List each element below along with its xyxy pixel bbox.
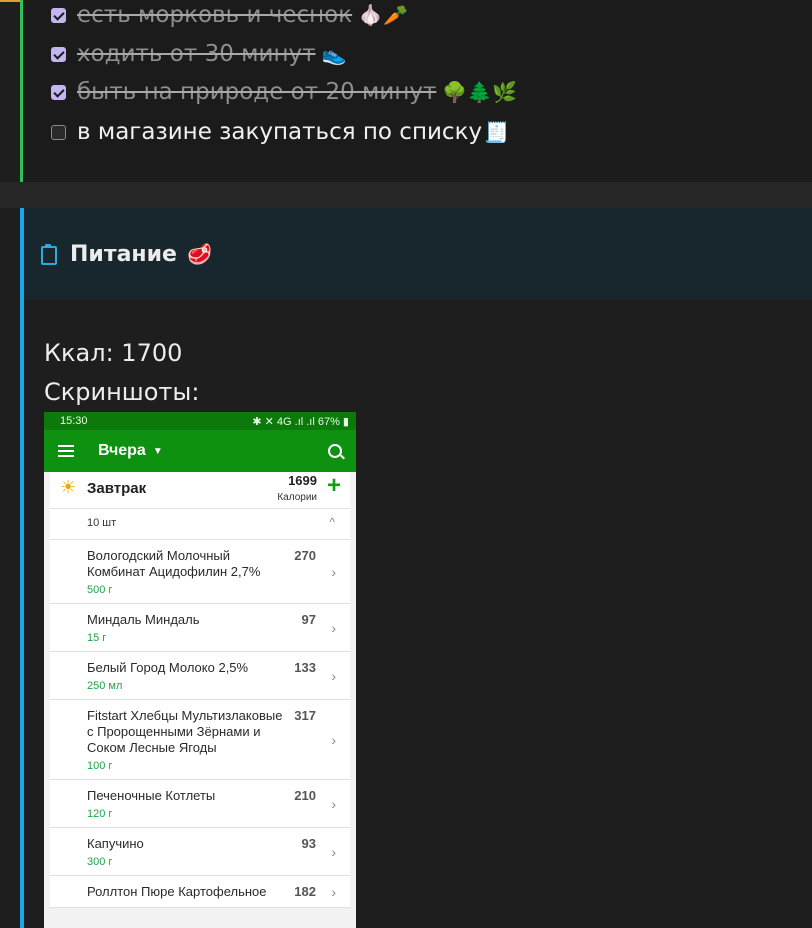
meal-calories-label: Калории	[277, 492, 317, 503]
garlic-carrot-icon: 🧄🥕	[358, 3, 408, 27]
sneaker-icon: 👟	[321, 42, 347, 66]
food-kcal: 270	[294, 548, 316, 563]
food-name: Печеночные Котлеты	[87, 788, 216, 803]
food-kcal: 317	[294, 708, 316, 723]
food-item: Fitstart Хлебцы Мультизлаковые с Пророще…	[50, 700, 350, 780]
food-list: Вологодский Молочный Комбинат Ацидофилин…	[50, 540, 350, 908]
embedded-phone-screenshot: 15:30 ✱ ✕ 4G .ıl .ıl 67% ▮ Вчера ▼ ☀ Зав…	[44, 412, 356, 928]
search-icon	[328, 444, 342, 458]
meal-card: ☀ Завтрак 1699 Калории + 10 шт ^ Вологод…	[50, 472, 350, 908]
items-count: 10 шт	[87, 517, 117, 529]
status-icons: ✱ ✕ 4G .ıl .ıl 67% ▮	[252, 415, 349, 428]
food-name: Fitstart Хлебцы Мультизлаковые с Пророще…	[87, 708, 283, 755]
task-item[interactable]: ходить от 30 минут 👟	[51, 40, 346, 68]
task-item[interactable]: есть морковь и чеснок 🧄🥕	[51, 1, 408, 29]
day-selector: Вчера	[98, 442, 146, 459]
phone-status-bar: 15:30 ✱ ✕ 4G .ıl .ıl 67% ▮	[44, 412, 356, 430]
food-portion: 120 г	[87, 808, 113, 820]
screenshots-label: Скриншоты:	[44, 378, 200, 406]
food-name: Миндаль Миндаль	[87, 612, 200, 627]
chevron-up-icon: ^	[329, 515, 335, 529]
menu-icon	[58, 445, 74, 457]
food-name: Роллтон Пюре Картофельное	[87, 884, 267, 899]
food-item: Вологодский Молочный Комбинат Ацидофилин…	[50, 540, 350, 604]
chevron-right-icon: ›	[331, 667, 336, 684]
food-item: Капучино 300 г 93 ›	[50, 828, 350, 876]
food-kcal: 210	[294, 788, 316, 803]
food-item: Белый Город Молоко 2,5% 250 мл 133 ›	[50, 652, 350, 700]
chevron-right-icon: ›	[331, 843, 336, 860]
food-name: Капучино	[87, 836, 144, 851]
food-kcal: 93	[301, 836, 316, 851]
food-name: Белый Город Молоко 2,5%	[87, 660, 249, 675]
dropdown-caret-icon: ▼	[152, 445, 163, 457]
task-item[interactable]: быть на природе от 20 минут 🌳🌲🌿	[51, 78, 517, 106]
task-text: ходить от 30 минут	[77, 41, 316, 67]
meal-name: Завтрак	[87, 480, 147, 497]
chevron-right-icon: ›	[331, 731, 336, 748]
nutrition-callout-header[interactable]: Питание 🥩	[24, 208, 812, 300]
trees-icon: 🌳🌲🌿	[442, 80, 518, 104]
food-kcal: 133	[294, 660, 316, 675]
task-text: есть морковь и чеснок	[77, 2, 353, 28]
callout-gap	[0, 182, 812, 208]
items-count-row: 10 шт ^	[50, 509, 350, 540]
meal-header: ☀ Завтрак 1699 Калории +	[50, 472, 350, 509]
food-portion: 100 г	[87, 760, 113, 772]
app-bar: Вчера ▼	[44, 430, 356, 472]
kcal-line: Ккал: 1700	[44, 339, 183, 367]
receipt-icon: 🧾	[484, 120, 509, 144]
chevron-right-icon: ›	[331, 563, 336, 580]
sun-icon: ☀	[60, 477, 77, 497]
checkbox-unchecked[interactable]	[51, 124, 66, 140]
callout-title: Питание	[70, 241, 177, 267]
checkbox-checked[interactable]	[51, 84, 66, 100]
status-time: 15:30	[60, 415, 88, 427]
food-portion: 250 мл	[87, 680, 123, 692]
food-portion: 15 г	[87, 632, 107, 644]
food-item: Печеночные Котлеты 120 г 210 ›	[50, 780, 350, 828]
add-food-icon: +	[326, 472, 341, 499]
food-item: Роллтон Пюре Картофельное 182 ›	[50, 876, 350, 908]
chevron-right-icon: ›	[331, 619, 336, 636]
food-item: Миндаль Миндаль 15 г 97 ›	[50, 604, 350, 652]
task-text: в магазине закупаться по списку	[77, 119, 483, 145]
meat-icon: 🥩	[186, 242, 212, 266]
food-kcal: 97	[301, 612, 316, 627]
checklist-callout: есть морковь и чеснок 🧄🥕 ходить от 30 ми…	[20, 0, 812, 182]
task-text: быть на природе от 20 минут	[77, 79, 437, 105]
food-kcal: 182	[294, 884, 316, 899]
food-portion: 500 г	[87, 584, 113, 596]
meal-calories: 1699	[288, 473, 317, 488]
chevron-right-icon: ›	[331, 795, 336, 812]
chevron-right-icon: ›	[331, 883, 336, 900]
checkbox-checked[interactable]	[51, 46, 66, 62]
food-name: Вологодский Молочный Комбинат Ацидофилин…	[87, 548, 261, 579]
task-item[interactable]: в магазине закупаться по списку 🧾	[51, 118, 509, 146]
food-portion: 300 г	[87, 856, 113, 868]
checkbox-checked[interactable]	[51, 7, 66, 23]
clipboard-icon	[40, 244, 57, 265]
